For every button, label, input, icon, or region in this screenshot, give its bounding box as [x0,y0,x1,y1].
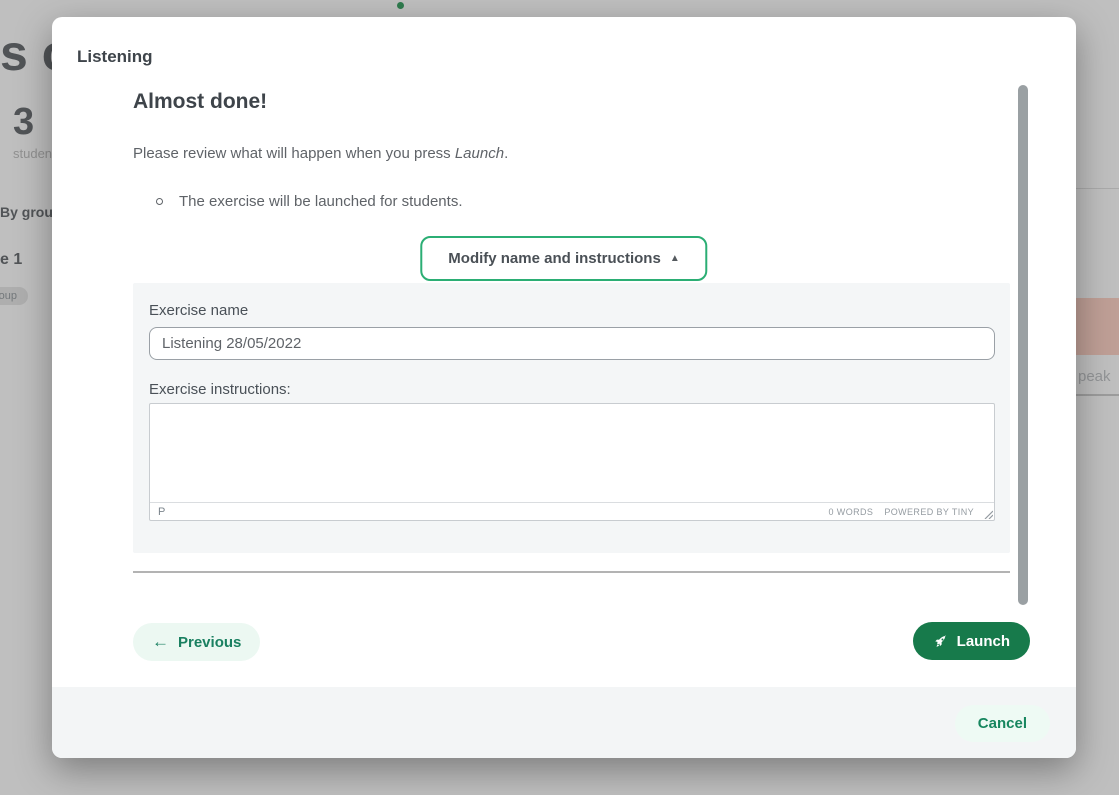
editor-status-bar: P 0 WORDS POWERED BY TINY [150,502,994,520]
section-divider [133,571,1010,573]
cancel-button[interactable]: Cancel [955,705,1050,742]
instructions-rich-text-editor: P 0 WORDS POWERED BY TINY [149,403,995,521]
rocket-icon [933,633,949,649]
chevron-up-icon: ▲ [670,253,680,264]
bullet-circle-icon [156,198,163,205]
exercise-name-input[interactable] [149,327,995,360]
modify-name-instructions-button[interactable]: Modify name and instructions ▲ [420,236,707,281]
review-instruction-text: Please review what will happen when you … [133,145,508,162]
review-text-prefix: Please review what will happen when you … [133,145,455,162]
exercise-instructions-label: Exercise instructions: [149,381,291,398]
arrow-left-icon: ← [152,632,169,652]
almost-done-heading: Almost done! [133,90,267,114]
scrollbar-thumb[interactable] [1018,85,1028,605]
list-item: The exercise will be launched for studen… [156,193,462,210]
dialog-footer: Cancel [52,687,1076,758]
word-count: 0 WORDS [829,507,874,517]
dialog-title: Listening [77,47,153,67]
review-text-suffix: . [504,145,508,162]
exercise-name-label: Exercise name [149,302,248,319]
name-instructions-panel: Exercise name Exercise instructions: P 0… [133,283,1010,553]
previous-button[interactable]: ← Previous [133,623,260,661]
editor-content-area[interactable] [150,404,994,502]
launch-button-label: Launch [957,633,1010,650]
editor-block-path: P [158,506,165,518]
launch-button[interactable]: Launch [913,622,1030,660]
previous-button-label: Previous [178,634,241,651]
launch-review-dialog: Listening Almost done! Please review wha… [52,17,1076,758]
review-text-emphasis: Launch [455,145,504,162]
tiny-branding: POWERED BY TINY [884,507,974,517]
bullet-text: The exercise will be launched for studen… [179,193,462,210]
modify-button-label: Modify name and instructions [448,250,661,267]
resize-handle-icon[interactable] [983,509,993,519]
editor-status-right: 0 WORDS POWERED BY TINY [829,507,987,517]
